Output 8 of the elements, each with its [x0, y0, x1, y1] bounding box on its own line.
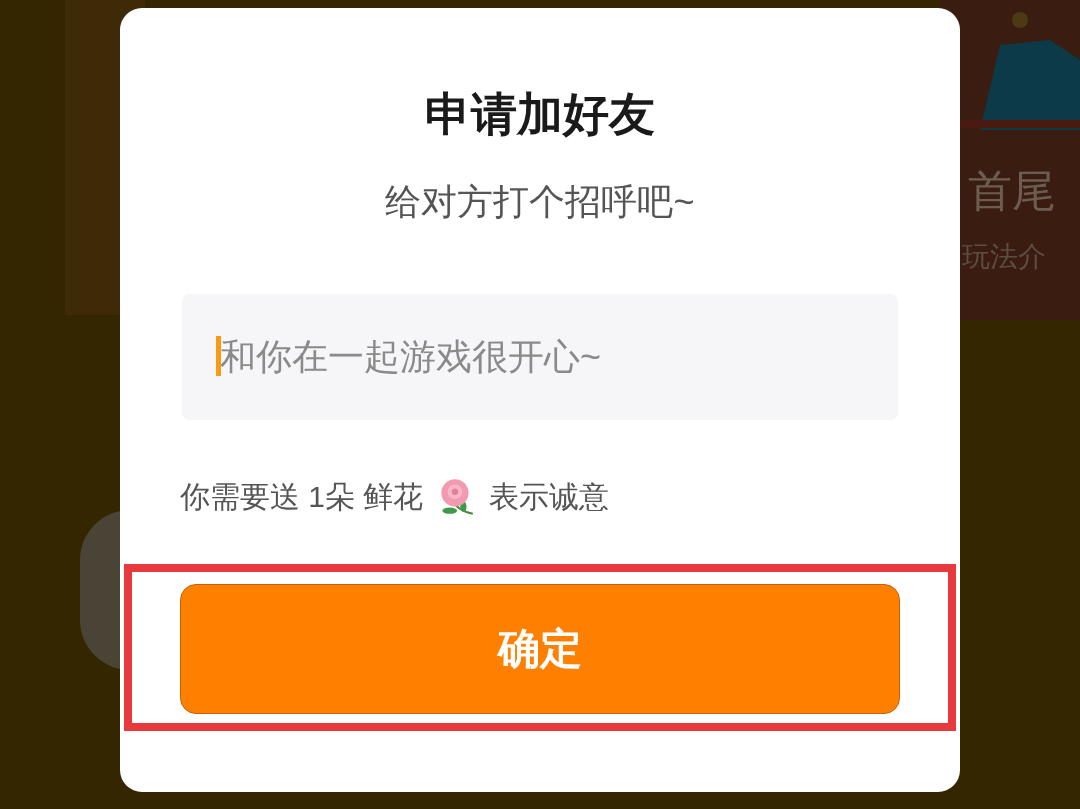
card-title: 首尾	[968, 165, 1056, 217]
confirm-button[interactable]: 确定	[180, 583, 900, 714]
dialog-title: 申请加好友	[425, 87, 655, 142]
message-field[interactable]: 和你在一起游戏很开心~	[182, 294, 898, 420]
text-cursor	[216, 336, 221, 376]
note-text: 你需要送 1朵 鲜花	[180, 478, 424, 515]
dialog-subtitle: 给对方打个招呼吧~	[385, 180, 695, 224]
note-text: 表示诚意	[489, 478, 610, 515]
